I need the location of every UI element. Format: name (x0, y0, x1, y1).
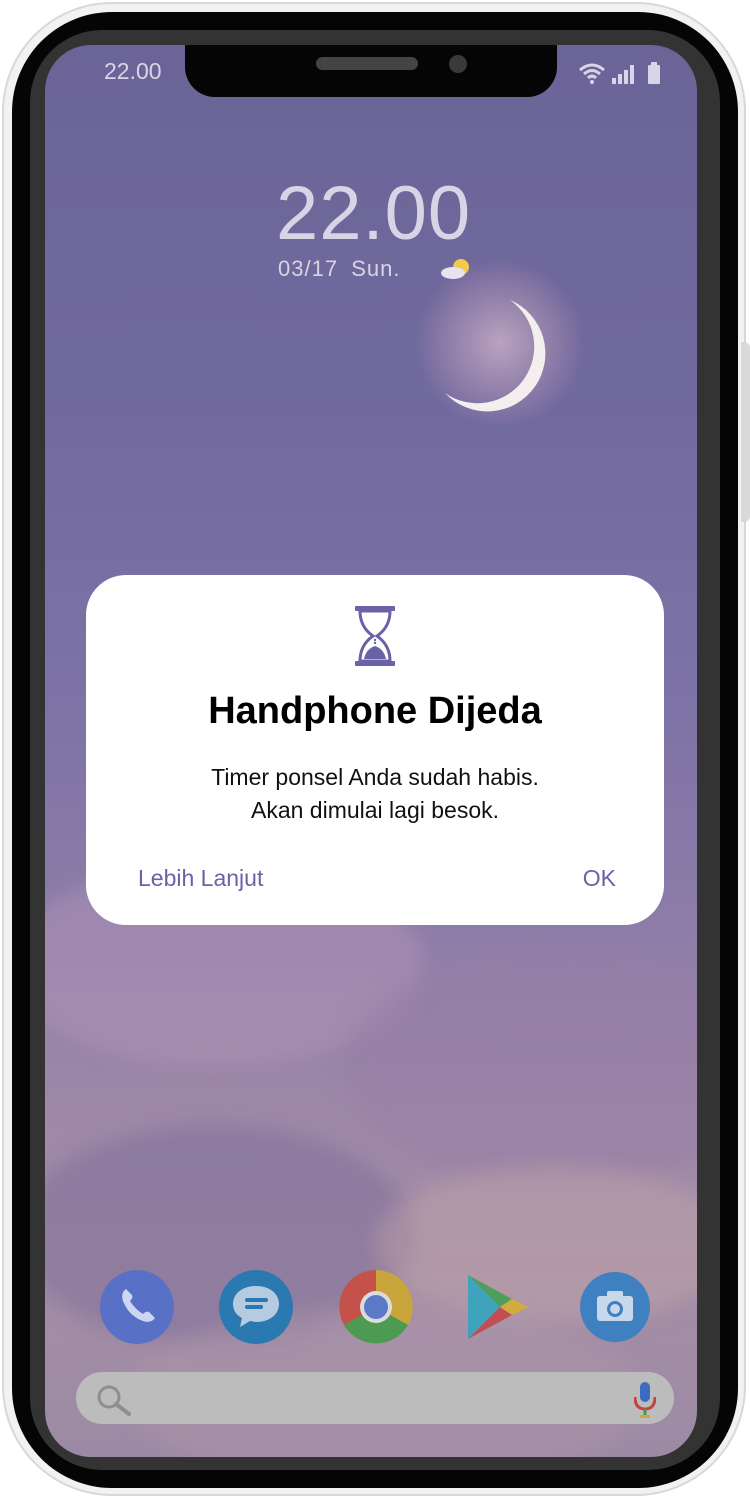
date-text: 03/17 (278, 256, 339, 281)
moon-icon (445, 300, 546, 412)
phone-icon[interactable] (99, 1269, 175, 1345)
dialog-message-line: Akan dimulai lagi besok. (250, 797, 500, 823)
earpiece-speaker (316, 57, 418, 70)
dialog-message-line: Timer ponsel Anda sudah habis. (211, 764, 539, 790)
ok-button[interactable]: OK (583, 865, 616, 892)
paused-dialog: Handphone Dijeda Timer ponsel Anda sudah… (86, 575, 664, 925)
messages-icon[interactable] (218, 1269, 294, 1345)
side-button (741, 342, 750, 522)
battery-icon (648, 62, 660, 84)
dialog-title: Handphone Dijeda (208, 690, 542, 732)
search-icon[interactable] (96, 1384, 132, 1416)
status-bar-time: 22.00 (104, 58, 162, 84)
hourglass-icon (355, 606, 395, 666)
notch (185, 45, 557, 97)
front-camera (449, 55, 467, 73)
play-store-icon[interactable] (460, 1269, 536, 1345)
lock-clock-date: 03/17 Sun. (278, 256, 400, 282)
learn-more-button[interactable]: Lebih Lanjut (138, 865, 263, 892)
partly-cloudy-icon (441, 259, 469, 279)
wifi-icon (579, 63, 605, 84)
dialog-message: Timer ponsel Anda sudah habis. Akan dimu… (86, 761, 664, 827)
search-bar[interactable] (76, 1372, 674, 1424)
signal-icon (612, 65, 634, 84)
lock-clock-time: 22.00 (276, 171, 472, 256)
day-text: Sun. (351, 256, 401, 281)
mic-icon[interactable] (634, 1382, 656, 1418)
camera-icon[interactable] (577, 1269, 653, 1345)
chrome-icon[interactable] (338, 1269, 414, 1345)
